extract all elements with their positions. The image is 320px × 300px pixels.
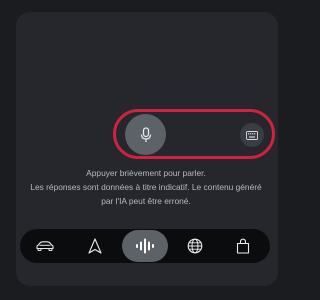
bottom-navigation-bar — [20, 229, 270, 263]
microphone-button[interactable] — [125, 114, 166, 155]
keyboard-icon — [246, 130, 258, 140]
keyboard-button[interactable] — [240, 123, 264, 147]
shopping-bag-icon — [236, 238, 250, 254]
car-icon — [36, 241, 54, 251]
hint-line-1: Appuyer brièvement pour parler. — [86, 168, 206, 178]
voice-hint-text: Appuyer brièvement pour parler. Les répo… — [20, 166, 272, 208]
microphone-icon — [140, 126, 151, 142]
nav-item-vehicle[interactable] — [22, 229, 68, 263]
nav-item-navigation[interactable] — [72, 229, 118, 263]
hint-line-2: Les réponses sont données à titre indica… — [30, 182, 262, 192]
nav-item-shop[interactable] — [220, 229, 266, 263]
nav-item-web[interactable] — [172, 229, 218, 263]
globe-icon — [187, 238, 203, 254]
hint-line-3: par l'IA peut être erroné. — [101, 196, 191, 206]
nav-item-voice-assistant[interactable] — [122, 229, 168, 263]
navigation-arrow-icon — [88, 238, 102, 254]
voice-waveform-icon — [136, 238, 154, 254]
